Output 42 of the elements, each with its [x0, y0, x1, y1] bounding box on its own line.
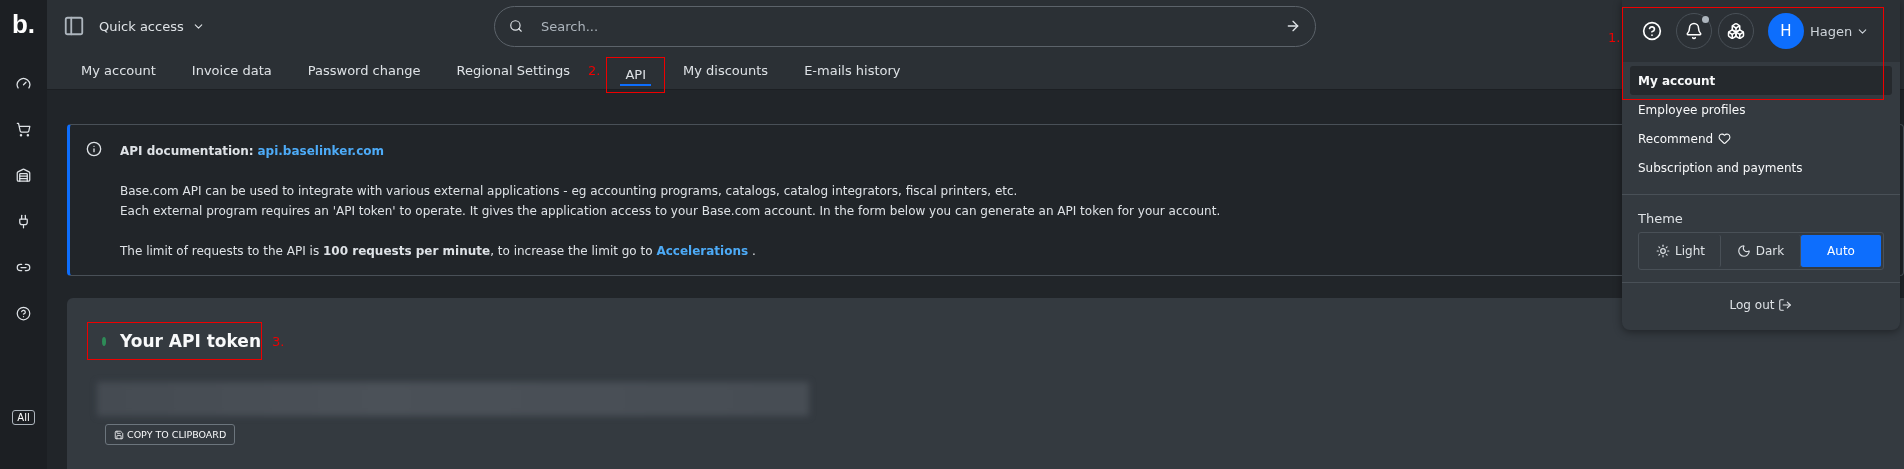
boxes-icon [1727, 22, 1745, 40]
theme-option[interactable]: Light [1641, 235, 1721, 267]
menu-item[interactable]: Recommend [1630, 124, 1892, 153]
quick-access-menu[interactable]: Quick access [99, 18, 184, 34]
search-icon [509, 19, 523, 34]
documentation-link[interactable]: api.baselinker.com [257, 144, 385, 158]
logout-button[interactable]: Log out [1622, 283, 1900, 327]
panel-icon[interactable] [63, 15, 85, 38]
logo[interactable]: b. [11, 6, 36, 42]
tab[interactable]: Password change [289, 52, 439, 89]
menu-item[interactable]: My account [1630, 66, 1892, 95]
menu-item[interactable]: Subscription and payments [1630, 153, 1892, 182]
tab[interactable]: API [607, 57, 664, 92]
tab[interactable]: My account [63, 52, 174, 89]
menu-item[interactable]: Employee profiles [1630, 95, 1892, 124]
annotation-number: 3. [272, 333, 285, 349]
annotation-number: 2. [588, 63, 601, 79]
info-text: Each external program requires an 'API token' to operate. It gives the application access to your Base.com account. In the form below you can generate an API token for your account. [120, 203, 1221, 220]
info-icon [86, 141, 102, 157]
info-text: Base.com API can be used to integrate with various external applications - eg accounting programs, catalogs, catalog integrators, fiscal printers, etc. [120, 183, 1019, 200]
sun-icon [1656, 244, 1670, 258]
moon-icon [1736, 244, 1751, 258]
tab[interactable]: Regional Settings [438, 52, 588, 89]
info-text: The limit of requests to the API is 100 requests per minute, to increase the limit go to Accelerations . [120, 243, 757, 260]
tab[interactable]: My discounts [665, 52, 787, 89]
theme-label: Theme [1638, 211, 1684, 226]
logout-icon [1778, 298, 1793, 312]
bell-icon [1685, 22, 1703, 40]
search-input[interactable]: Search... [539, 17, 1269, 35]
info-title: API documentation: api.baselinker.com [120, 143, 386, 160]
theme-option[interactable]: Auto [1801, 235, 1881, 267]
avatar[interactable]: H [1768, 13, 1804, 49]
all-badge[interactable]: All [12, 410, 35, 425]
user-name[interactable]: Hagen [1810, 23, 1853, 39]
heart-icon [1718, 132, 1732, 145]
tab[interactable]: E-mails history [786, 52, 919, 89]
tab[interactable]: Invoice data [173, 52, 290, 89]
save-icon [114, 429, 124, 440]
accelerations-link[interactable]: Accelerations [656, 244, 749, 258]
card-title: Your API token [120, 331, 261, 351]
copy-button[interactable]: COPY TO CLIPBOARD [105, 424, 236, 445]
annotation-number: 1. [1608, 30, 1621, 45]
